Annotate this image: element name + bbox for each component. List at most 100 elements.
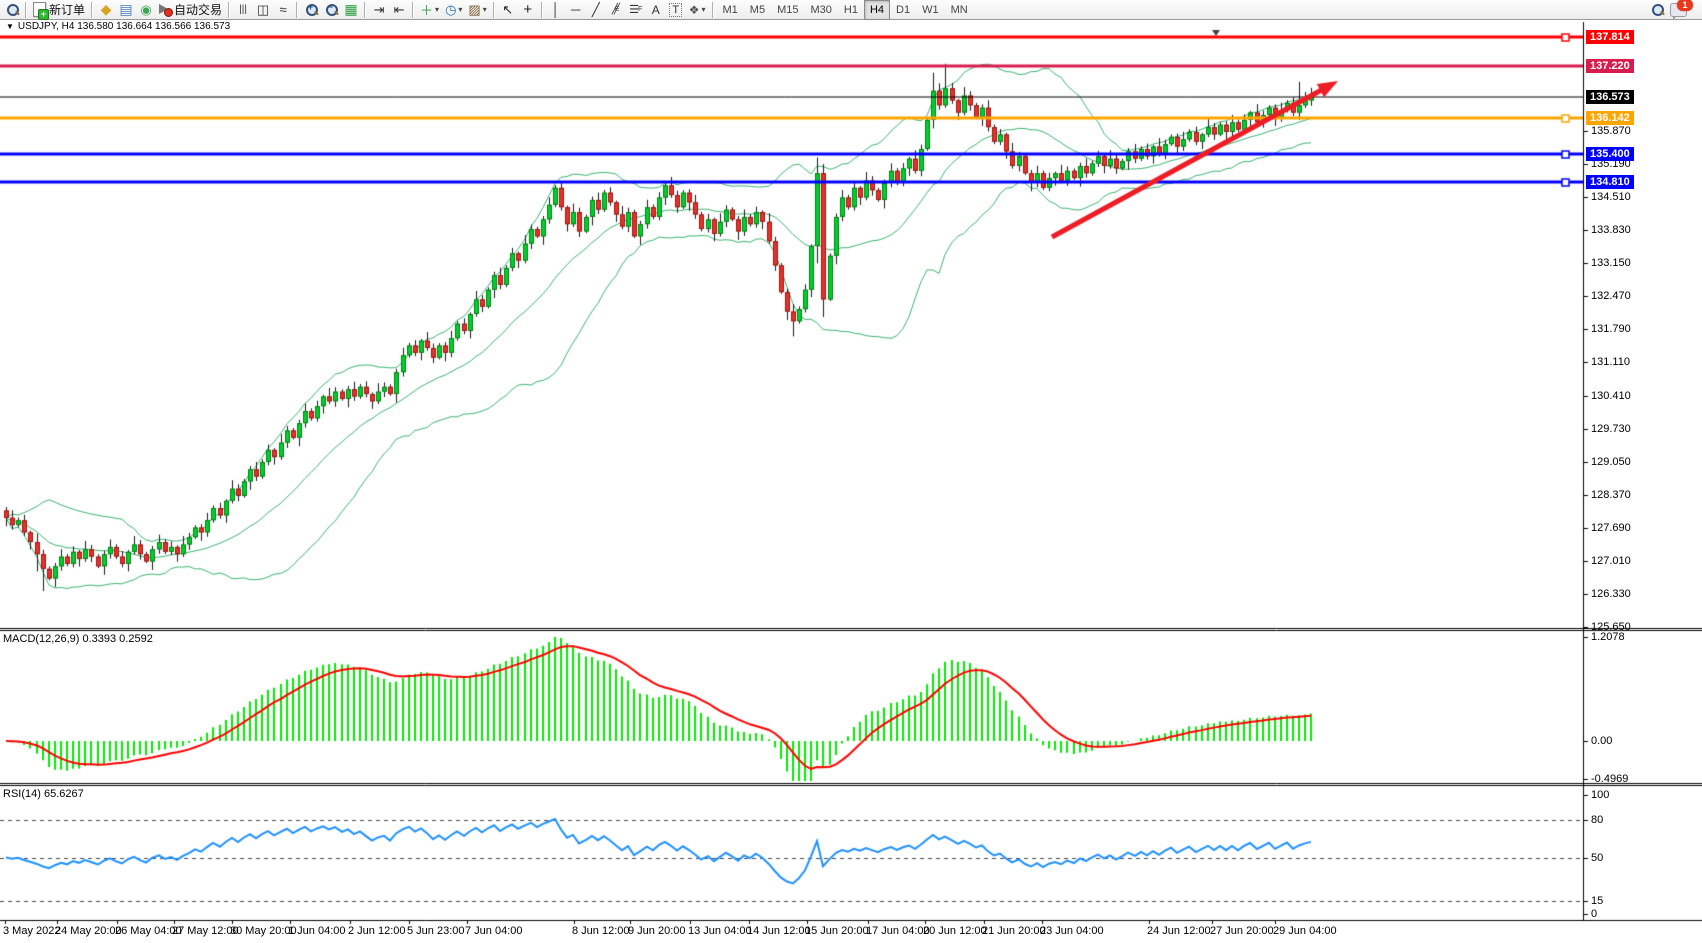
autoscroll-icon[interactable]: ⇥ bbox=[369, 1, 389, 19]
time-axis-label: 27 Jun 20:00 bbox=[1210, 925, 1274, 937]
toolbar-separator bbox=[228, 2, 230, 18]
market-depth-icon[interactable]: ◆ bbox=[96, 1, 116, 19]
fibonacci-icon[interactable]: ☰F bbox=[626, 1, 646, 19]
periods-button[interactable]: ◷▾ bbox=[442, 1, 465, 19]
time-axis-label: 5 Jun 23:00 bbox=[407, 925, 465, 937]
navigator-icon[interactable]: ◉ bbox=[136, 1, 156, 19]
timeframe-button-h1[interactable]: H1 bbox=[838, 0, 864, 20]
time-axis-label: 24 Jun 12:00 bbox=[1147, 925, 1211, 937]
dropdown-caret-icon: ▾ bbox=[435, 5, 439, 14]
arrows-icon-glyph: ❖ bbox=[689, 3, 700, 17]
price-line-label[interactable]: 136.142 bbox=[1586, 111, 1634, 125]
time-axis-label: 2 Jun 12:00 bbox=[348, 925, 406, 937]
price-tick-label: 131.110 bbox=[1591, 356, 1630, 368]
price-tick-label: 135.870 bbox=[1591, 125, 1631, 137]
arrows-icon[interactable]: ❖▾ bbox=[686, 1, 709, 19]
price-line-label[interactable]: 137.220 bbox=[1586, 59, 1634, 73]
line-chart-icon-glyph: ≈ bbox=[279, 2, 286, 17]
timeframe-button-m15[interactable]: M15 bbox=[771, 0, 804, 20]
timeframe-button-m30[interactable]: M30 bbox=[804, 0, 837, 20]
chart-shift-icon[interactable]: ⇤ bbox=[389, 1, 409, 19]
data-window-icon-glyph: ▤ bbox=[119, 1, 132, 18]
crosshair-icon-glyph: + bbox=[523, 1, 532, 18]
trendline-icon-glyph: ╱ bbox=[592, 2, 600, 18]
macd-scale-label: 1.2078 bbox=[1591, 631, 1625, 643]
price-line-label[interactable]: 134.810 bbox=[1586, 175, 1634, 189]
cursor-icon[interactable]: ↖ bbox=[498, 1, 518, 19]
cursor-icon-glyph: ↖ bbox=[502, 2, 513, 18]
price-tick-label: 127.690 bbox=[1591, 522, 1631, 534]
toolbar-separator bbox=[91, 2, 93, 18]
rsi-level-label: 15 bbox=[1591, 895, 1603, 907]
crosshair-icon[interactable]: + bbox=[518, 1, 538, 19]
toolbar-separator bbox=[296, 2, 298, 18]
time-axis-label: 3 May 2022 bbox=[3, 925, 60, 937]
horizontal-line-icon-glyph: ─ bbox=[571, 2, 580, 17]
timeframe-button-h4[interactable]: H4 bbox=[864, 0, 890, 20]
data-window-icon[interactable]: ▤ bbox=[116, 1, 136, 19]
timeframe-button-d1[interactable]: D1 bbox=[890, 0, 916, 20]
candlestick-chart-icon-glyph: ◫ bbox=[257, 2, 269, 18]
timeframe-button-m5[interactable]: M5 bbox=[744, 0, 771, 20]
price-tick-label: 126.330 bbox=[1591, 588, 1631, 600]
rsi-level-label: 50 bbox=[1591, 852, 1603, 864]
notification-badge: 1 bbox=[1677, 0, 1693, 11]
time-axis-label: 17 Jun 04:00 bbox=[866, 925, 930, 937]
indicators-button[interactable]: ＋▾ bbox=[417, 1, 442, 19]
toolbar-separator bbox=[493, 2, 495, 18]
macd-scale-label: 0.00 bbox=[1591, 735, 1612, 747]
toolbar-separator bbox=[541, 2, 543, 18]
timeframe-button-w1[interactable]: W1 bbox=[916, 0, 945, 20]
price-line-label[interactable]: 137.814 bbox=[1586, 30, 1634, 44]
bar-chart-icon[interactable]: ||| bbox=[233, 1, 253, 19]
equidistant-channel-icon[interactable]: ╱╱E bbox=[606, 1, 626, 19]
price-tick-label: 131.790 bbox=[1591, 323, 1631, 335]
trendline-icon[interactable]: ╱ bbox=[586, 1, 606, 19]
text-label-icon[interactable]: T bbox=[666, 1, 686, 19]
text-icon[interactable]: A bbox=[646, 1, 666, 19]
time-axis-label: 20 Jun 12:00 bbox=[923, 925, 987, 937]
price-tick-label: 129.050 bbox=[1591, 456, 1631, 468]
notifications-button[interactable]: 1 bbox=[1667, 1, 1690, 19]
tile-windows-icon[interactable]: ▦ bbox=[341, 1, 361, 19]
templates-button-glyph: ▨ bbox=[468, 2, 480, 18]
mt4-window: +新订单◆▤◉自动交易|||◫≈+−▦⇥⇤＋▾◷▾▨▾↖+│─╱╱╱E☰FAT❖… bbox=[0, 0, 1702, 943]
price-tick-label: 133.830 bbox=[1591, 224, 1631, 236]
templates-button[interactable]: ▨▾ bbox=[465, 1, 489, 19]
toolbar-separator bbox=[412, 2, 414, 18]
zoom-in-icon[interactable]: + bbox=[301, 1, 321, 19]
price-line-label[interactable]: 136.573 bbox=[1586, 90, 1634, 104]
price-tick-label: 134.510 bbox=[1591, 191, 1631, 203]
main-toolbar: +新订单◆▤◉自动交易|||◫≈+−▦⇥⇤＋▾◷▾▨▾↖+│─╱╱╱E☰FAT❖… bbox=[0, 0, 1702, 20]
chat-bubble-icon: 1 bbox=[1670, 3, 1687, 17]
new-order-icon: + bbox=[33, 2, 46, 17]
periods-button-glyph: ◷ bbox=[445, 2, 456, 18]
time-axis-label: 21 Jun 20:00 bbox=[982, 925, 1046, 937]
rsi-scale-label: 0 bbox=[1591, 908, 1597, 920]
price-line-label[interactable]: 135.400 bbox=[1586, 147, 1634, 161]
timeframe-button-m1[interactable]: M1 bbox=[717, 0, 744, 20]
horizontal-line-icon[interactable]: ─ bbox=[566, 1, 586, 19]
line-chart-icon[interactable]: ≈ bbox=[273, 1, 293, 19]
rsi-scale-label: 100 bbox=[1591, 789, 1609, 801]
tile-windows-icon-glyph: ▦ bbox=[344, 1, 357, 18]
plus-icon: + bbox=[38, 9, 49, 20]
toolbar-separator bbox=[364, 2, 366, 18]
time-axis-label: 14 Jun 12:00 bbox=[747, 925, 811, 937]
text-icon-glyph: A bbox=[652, 3, 660, 17]
price-tick-label: 133.150 bbox=[1591, 257, 1631, 269]
macd-indicator-label: MACD(12,26,9) 0.3393 0.2592 bbox=[3, 633, 153, 645]
time-axis-label: 9 Jun 20:00 bbox=[628, 925, 686, 937]
time-axis-label: 24 May 20:00 bbox=[55, 925, 122, 937]
autoscroll-icon-glyph: ⇥ bbox=[374, 2, 385, 18]
search-button[interactable] bbox=[1647, 1, 1667, 19]
autotrading-button[interactable]: 自动交易 bbox=[156, 1, 225, 19]
zoom-out-icon[interactable]: − bbox=[321, 1, 341, 19]
chart-canvas[interactable] bbox=[0, 0, 1702, 943]
timeframe-button-mn[interactable]: MN bbox=[945, 0, 974, 20]
new-order-button[interactable]: +新订单 bbox=[30, 1, 88, 19]
candlestick-chart-icon[interactable]: ◫ bbox=[253, 1, 273, 19]
new-order-button-label: 新订单 bbox=[49, 1, 85, 18]
vertical-line-icon[interactable]: │ bbox=[546, 1, 566, 19]
magnifier-edge-icon[interactable] bbox=[2, 1, 22, 19]
